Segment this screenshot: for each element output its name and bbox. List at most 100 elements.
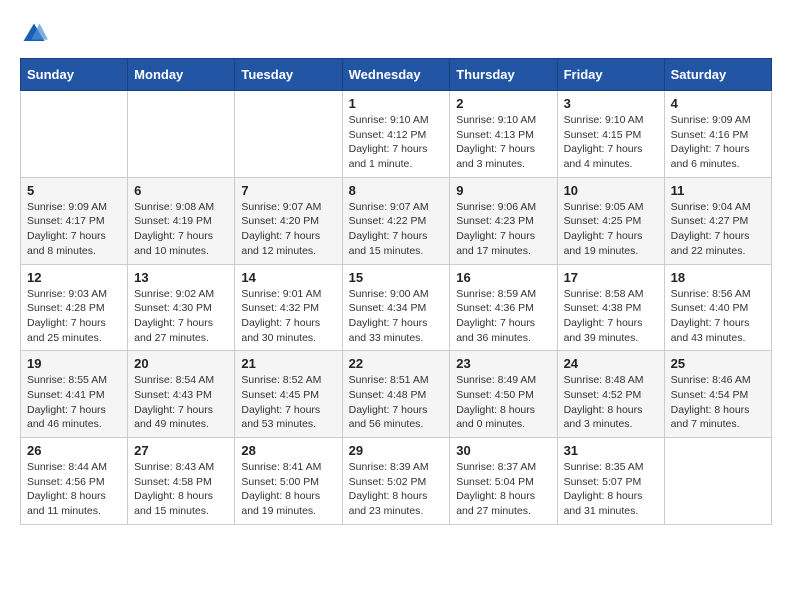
weekday-header-saturday: Saturday [664,59,771,91]
calendar: SundayMondayTuesdayWednesdayThursdayFrid… [20,58,772,525]
day-cell: 12Sunrise: 9:03 AM Sunset: 4:28 PM Dayli… [21,264,128,351]
day-number: 2 [456,96,550,111]
day-cell: 22 Sunrise: 8:51 AM Sunset: 4:48 PM Dayli… [342,351,450,438]
weekday-header-wednesday: Wednesday [342,59,450,91]
day-number: 14 [241,270,335,285]
day-number: 18 [671,270,765,285]
day-info: Sunrise: 9:04 AM Sunset: 4:27 PM Dayligh… [671,200,765,259]
day-number: 3 [564,96,658,111]
week-row-5: 26Sunrise: 8:44 AM Sunset: 4:56 PM Dayli… [21,438,772,525]
weekday-header-tuesday: Tuesday [235,59,342,91]
day-number: 8 [349,183,444,198]
day-number: 19 [27,356,121,371]
week-row-1: 1 Sunrise: 9:10 AM Sunset: 4:12 PM Daylig… [21,91,772,178]
day-info: Sunrise: 9:07 AM Sunset: 4:20 PM Dayligh… [241,200,335,259]
day-info: Sunrise: 9:09 AM Sunset: 4:17 PM Dayligh… [27,200,121,259]
day-info: Sunrise: 9:09 AM Sunset: 4:16 PM Dayligh… [671,113,765,172]
weekday-header-friday: Friday [557,59,664,91]
day-cell: 14 Sunrise: 9:01 AM Sunset: 4:32 PM Dayli… [235,264,342,351]
day-info: Sunrise: 8:51 AM Sunset: 4:48 PM Dayligh… [349,373,444,432]
day-number: 1 [349,96,444,111]
calendar-header: SundayMondayTuesdayWednesdayThursdayFrid… [21,59,772,91]
day-number: 9 [456,183,550,198]
day-info: Sunrise: 9:00 AM Sunset: 4:34 PM Dayligh… [349,287,444,346]
day-cell: 8 Sunrise: 9:07 AM Sunset: 4:22 PM Daylig… [342,177,450,264]
day-number: 4 [671,96,765,111]
day-cell [664,438,771,525]
day-number: 29 [349,443,444,458]
day-number: 30 [456,443,550,458]
day-cell: 17 Sunrise: 8:58 AM Sunset: 4:38 PM Dayli… [557,264,664,351]
day-number: 16 [456,270,550,285]
day-info: Sunrise: 8:39 AM Sunset: 5:02 PM Dayligh… [349,460,444,519]
day-cell: 24 Sunrise: 8:48 AM Sunset: 4:52 PM Dayli… [557,351,664,438]
day-cell: 11Sunrise: 9:04 AM Sunset: 4:27 PM Dayli… [664,177,771,264]
day-cell: 2 Sunrise: 9:10 AM Sunset: 4:13 PM Daylig… [450,91,557,178]
day-cell: 18 Sunrise: 8:56 AM Sunset: 4:40 PM Dayli… [664,264,771,351]
day-cell [21,91,128,178]
day-cell: 20 Sunrise: 8:54 AM Sunset: 4:43 PM Dayli… [128,351,235,438]
day-cell: 15 Sunrise: 9:00 AM Sunset: 4:34 PM Dayli… [342,264,450,351]
day-info: Sunrise: 8:37 AM Sunset: 5:04 PM Dayligh… [456,460,550,519]
day-info: Sunrise: 8:44 AM Sunset: 4:56 PM Dayligh… [27,460,121,519]
day-number: 5 [27,183,121,198]
day-number: 24 [564,356,658,371]
day-info: Sunrise: 8:46 AM Sunset: 4:54 PM Dayligh… [671,373,765,432]
day-info: Sunrise: 9:08 AM Sunset: 4:19 PM Dayligh… [134,200,228,259]
day-cell: 13Sunrise: 9:02 AM Sunset: 4:30 PM Dayli… [128,264,235,351]
day-cell: 16Sunrise: 8:59 AM Sunset: 4:36 PM Dayli… [450,264,557,351]
header [20,20,772,48]
day-cell [128,91,235,178]
day-info: Sunrise: 9:02 AM Sunset: 4:30 PM Dayligh… [134,287,228,346]
day-cell: 1 Sunrise: 9:10 AM Sunset: 4:12 PM Daylig… [342,91,450,178]
day-cell: 21Sunrise: 8:52 AM Sunset: 4:45 PM Dayli… [235,351,342,438]
day-number: 22 [349,356,444,371]
day-info: Sunrise: 9:10 AM Sunset: 4:15 PM Dayligh… [564,113,658,172]
day-info: Sunrise: 8:58 AM Sunset: 4:38 PM Dayligh… [564,287,658,346]
day-info: Sunrise: 8:35 AM Sunset: 5:07 PM Dayligh… [564,460,658,519]
day-cell: 4 Sunrise: 9:09 AM Sunset: 4:16 PM Daylig… [664,91,771,178]
day-cell: 29 Sunrise: 8:39 AM Sunset: 5:02 PM Dayli… [342,438,450,525]
day-cell: 10 Sunrise: 9:05 AM Sunset: 4:25 PM Dayli… [557,177,664,264]
day-info: Sunrise: 9:06 AM Sunset: 4:23 PM Dayligh… [456,200,550,259]
day-info: Sunrise: 9:10 AM Sunset: 4:13 PM Dayligh… [456,113,550,172]
day-number: 15 [349,270,444,285]
day-cell: 28Sunrise: 8:41 AM Sunset: 5:00 PM Dayli… [235,438,342,525]
week-row-4: 19 Sunrise: 8:55 AM Sunset: 4:41 PM Dayli… [21,351,772,438]
day-info: Sunrise: 9:03 AM Sunset: 4:28 PM Dayligh… [27,287,121,346]
day-number: 10 [564,183,658,198]
day-info: Sunrise: 9:10 AM Sunset: 4:12 PM Dayligh… [349,113,444,172]
day-cell: 6Sunrise: 9:08 AM Sunset: 4:19 PM Daylig… [128,177,235,264]
day-cell: 31Sunrise: 8:35 AM Sunset: 5:07 PM Dayli… [557,438,664,525]
logo [20,20,52,48]
day-cell: 19 Sunrise: 8:55 AM Sunset: 4:41 PM Dayli… [21,351,128,438]
day-cell: 25 Sunrise: 8:46 AM Sunset: 4:54 PM Dayli… [664,351,771,438]
day-cell: 5 Sunrise: 9:09 AM Sunset: 4:17 PM Daylig… [21,177,128,264]
day-cell: 3 Sunrise: 9:10 AM Sunset: 4:15 PM Daylig… [557,91,664,178]
week-row-3: 12Sunrise: 9:03 AM Sunset: 4:28 PM Dayli… [21,264,772,351]
day-number: 27 [134,443,228,458]
day-info: Sunrise: 9:01 AM Sunset: 4:32 PM Dayligh… [241,287,335,346]
day-number: 20 [134,356,228,371]
week-row-2: 5 Sunrise: 9:09 AM Sunset: 4:17 PM Daylig… [21,177,772,264]
day-number: 23 [456,356,550,371]
day-number: 25 [671,356,765,371]
day-info: Sunrise: 8:49 AM Sunset: 4:50 PM Dayligh… [456,373,550,432]
day-number: 17 [564,270,658,285]
day-info: Sunrise: 8:55 AM Sunset: 4:41 PM Dayligh… [27,373,121,432]
day-info: Sunrise: 8:48 AM Sunset: 4:52 PM Dayligh… [564,373,658,432]
weekday-header-sunday: Sunday [21,59,128,91]
day-cell: 30 Sunrise: 8:37 AM Sunset: 5:04 PM Dayli… [450,438,557,525]
day-info: Sunrise: 8:54 AM Sunset: 4:43 PM Dayligh… [134,373,228,432]
day-number: 7 [241,183,335,198]
day-info: Sunrise: 8:56 AM Sunset: 4:40 PM Dayligh… [671,287,765,346]
day-info: Sunrise: 9:05 AM Sunset: 4:25 PM Dayligh… [564,200,658,259]
day-cell: 26Sunrise: 8:44 AM Sunset: 4:56 PM Dayli… [21,438,128,525]
logo-icon [20,20,48,48]
day-info: Sunrise: 9:07 AM Sunset: 4:22 PM Dayligh… [349,200,444,259]
day-cell: 7 Sunrise: 9:07 AM Sunset: 4:20 PM Daylig… [235,177,342,264]
day-info: Sunrise: 8:52 AM Sunset: 4:45 PM Dayligh… [241,373,335,432]
day-info: Sunrise: 8:43 AM Sunset: 4:58 PM Dayligh… [134,460,228,519]
weekday-header-monday: Monday [128,59,235,91]
weekday-header-thursday: Thursday [450,59,557,91]
